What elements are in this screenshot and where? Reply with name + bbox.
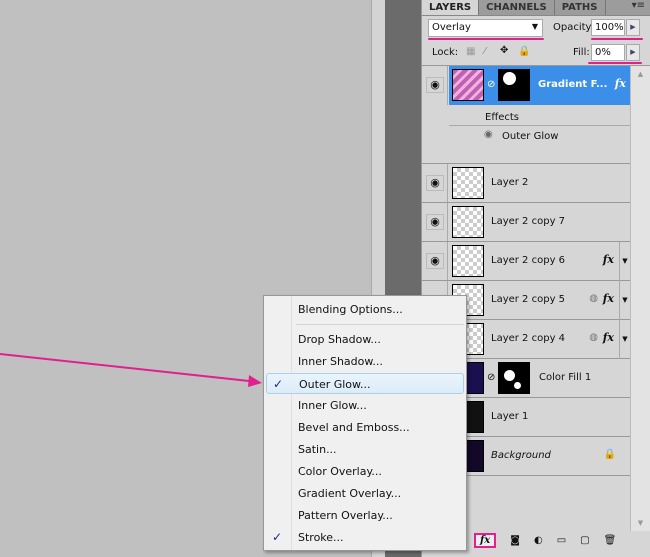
annotation-arrow: [0, 353, 262, 387]
globe-icon: ◍: [589, 332, 598, 343]
opacity-slider-button[interactable]: ▶: [626, 19, 640, 36]
checkmark-icon: ✓: [273, 377, 284, 391]
layer-row[interactable]: ◉ Layer 2 copy 6 fx ▼: [422, 242, 630, 281]
menu-item-satin[interactable]: Satin...: [266, 439, 464, 460]
layer-thumbnail: [452, 167, 484, 199]
layers-scrollbar[interactable]: ▲ ▼: [630, 66, 650, 531]
blend-mode-select[interactable]: Overlay ▼: [428, 19, 543, 37]
layer-row[interactable]: ◉ Layer 2 copy 7: [422, 203, 630, 242]
lock-brush-icon[interactable]: ⁄: [484, 46, 486, 57]
visibility-eye-icon[interactable]: ◉: [426, 253, 444, 269]
add-layer-style-button[interactable]: fx: [474, 532, 497, 548]
effects-label: Effects: [449, 106, 630, 126]
link-icon: ⊘: [487, 79, 496, 90]
blend-mode-value: Overlay: [432, 22, 471, 33]
menu-item-label: Stroke...: [298, 531, 344, 544]
menu-item-inner-shadow[interactable]: Inner Shadow...: [266, 351, 464, 372]
layer-name: Layer 1: [491, 411, 529, 422]
layer-name: Layer 2 copy 7: [491, 216, 566, 227]
lock-icon: 🔒: [603, 449, 616, 460]
tab-paths[interactable]: PATHS: [555, 0, 606, 15]
fx-icon[interactable]: fx: [615, 77, 626, 90]
adjustment-layer-icon[interactable]: ◐: [534, 535, 543, 546]
layer-name: Gradient F...: [538, 79, 608, 90]
menu-item-blending-options[interactable]: Blending Options...: [266, 299, 464, 320]
new-layer-icon[interactable]: ▢: [580, 535, 589, 546]
effect-name: Outer Glow: [502, 131, 559, 142]
layer-name: Layer 2 copy 6: [491, 255, 566, 266]
lock-move-icon[interactable]: ✥: [500, 45, 508, 56]
checkmark-icon: ✓: [272, 530, 283, 544]
expand-effects-icon[interactable]: ▼: [619, 320, 630, 359]
fill-slider-button[interactable]: ▶: [626, 44, 640, 61]
layer-name: Layer 2: [491, 177, 529, 188]
link-icon: ⊘: [487, 372, 496, 383]
menu-item-outer-glow[interactable]: ✓ Outer Glow...: [266, 373, 464, 394]
lock-label: Lock:: [432, 47, 459, 58]
menu-item-stroke[interactable]: ✓ Stroke...: [266, 527, 464, 548]
layer-style-menu: Blending Options... Drop Shadow... Inner…: [263, 295, 467, 551]
menu-item-bevel-emboss[interactable]: Bevel and Emboss...: [266, 417, 464, 438]
lock-transparency-icon[interactable]: ▦: [466, 46, 475, 57]
tab-layers[interactable]: LAYERS: [422, 0, 480, 15]
fx-icon[interactable]: fx: [603, 331, 614, 344]
effect-eye-icon[interactable]: ◉: [484, 129, 493, 140]
visibility-eye-icon[interactable]: ◉: [426, 175, 444, 191]
gradient-thumbnail: [452, 69, 484, 101]
delete-layer-icon[interactable]: 🗑: [604, 535, 617, 546]
layer-name: Background: [491, 450, 551, 461]
expand-effects-icon[interactable]: ▼: [619, 242, 630, 281]
visibility-eye-icon[interactable]: ◉: [426, 214, 444, 230]
smart-object-thumbnail: [452, 245, 484, 277]
tab-channels[interactable]: CHANNELS: [479, 0, 555, 15]
fx-icon[interactable]: fx: [603, 253, 614, 266]
effect-outer-glow[interactable]: ◉ Outer Glow: [482, 126, 630, 146]
opacity-label: Opacity:: [553, 22, 595, 33]
globe-icon: ◍: [589, 293, 598, 304]
menu-item-gradient-overlay[interactable]: Gradient Overlay...: [266, 483, 464, 504]
layer-name: Layer 2 copy 5: [491, 294, 566, 305]
layer-name: Color Fill 1: [539, 372, 592, 383]
new-group-icon[interactable]: ▭: [557, 535, 566, 546]
menu-item-label: Outer Glow...: [299, 378, 371, 391]
opacity-input[interactable]: 100%: [591, 19, 625, 36]
menu-separator: [296, 324, 464, 325]
menu-item-drop-shadow[interactable]: Drop Shadow...: [266, 329, 464, 350]
menu-item-inner-glow[interactable]: Inner Glow...: [266, 395, 464, 416]
layer-row[interactable]: ◉ Layer 2: [422, 164, 630, 203]
chevron-down-icon: ▼: [531, 22, 538, 31]
fill-input[interactable]: 0%: [591, 44, 625, 61]
layer-thumbnail: [452, 206, 484, 238]
fx-icon[interactable]: fx: [603, 292, 614, 305]
mask-thumbnail: [498, 69, 530, 101]
menu-item-pattern-overlay[interactable]: Pattern Overlay...: [266, 505, 464, 526]
lock-all-icon[interactable]: 🔒: [518, 46, 530, 57]
add-mask-icon[interactable]: ◙: [510, 535, 520, 546]
fill-label: Fill:: [573, 47, 590, 58]
panel-menu-icon[interactable]: ▾≡: [627, 0, 650, 15]
layer-row-gradient-fill[interactable]: ◉ ⊘ Gradient F... fx: [422, 66, 630, 105]
mask-thumbnail: [498, 362, 530, 394]
menu-item-color-overlay[interactable]: Color Overlay...: [266, 461, 464, 482]
layer-name: Layer 2 copy 4: [491, 333, 566, 344]
visibility-eye-icon[interactable]: ◉: [426, 77, 444, 93]
expand-effects-icon[interactable]: ▼: [619, 281, 630, 320]
